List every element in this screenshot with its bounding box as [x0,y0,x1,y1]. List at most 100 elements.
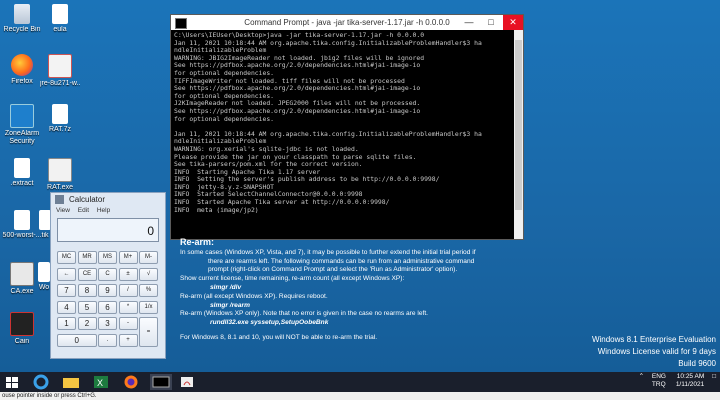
svg-text:X: X [97,378,103,388]
ie-icon [33,374,49,390]
calc-key[interactable]: % [139,284,158,297]
document-icon [14,210,30,230]
recycle-bin-icon [14,4,30,24]
calc-key[interactable]: 9 [98,284,117,297]
start-button[interactable] [4,374,22,390]
rearm-heading: Re-arm: [180,237,215,247]
desktop-icon-recycle-bin[interactable]: Recycle Bin [2,4,42,34]
calc-key[interactable]: 8 [77,284,97,297]
document-icon [52,4,68,24]
rearm-paragraph-1: In some cases (Windows XP, Vista, and 7)… [180,248,476,256]
command-slmgr-dlv: slmgr /dlv [210,283,242,291]
desktop-icon-rat-7z[interactable]: RAT.7z [40,104,80,134]
calc-key[interactable]: 7 [57,284,76,297]
desktop-icon-500-worst[interactable]: 500-worst-... [2,210,42,240]
calc-key[interactable]: - [118,317,138,330]
rearm-paragraph-4: Re-arm (Windows XP only). Note that no e… [180,310,428,318]
minimize-button[interactable]: — [459,15,479,30]
java-installer-icon [48,54,72,78]
firefox-icon [11,54,33,76]
java-icon [181,377,193,387]
calc-key[interactable]: M+ [118,251,138,264]
menu-edit[interactable]: Edit [78,207,89,214]
menu-help[interactable]: Help [97,207,110,214]
desktop-icon-jre[interactable]: jre-8u271-w... [40,54,80,88]
folder-icon [14,158,30,178]
command-slmgr-rearm: slmgr /rearm [210,301,250,309]
rearm-instructions: Re-arm: In some cases (Windows XP, Vista… [180,238,540,343]
watermark-license: Windows License valid for 9 days [597,347,716,356]
calc-key[interactable]: MR [77,251,97,264]
exe-icon [48,158,72,182]
desktop-icon-eula[interactable]: eula [40,4,80,34]
calc-key[interactable]: ← [57,267,76,281]
calc-key[interactable]: √ [139,267,158,281]
calc-key[interactable]: = [139,317,158,347]
command-rundll32: rundll32.exe syssetup,SetupOobeBnk [210,319,329,327]
calc-key[interactable]: MC [57,251,76,264]
calc-key[interactable]: + [118,333,138,347]
calc-key[interactable]: 1/x [139,300,158,314]
zonealarm-icon [10,104,34,128]
calculator-titlebar[interactable]: Calculator [51,193,165,206]
taskbar-cmd[interactable] [150,374,172,390]
rearm-paragraph-1c: prompt (right-click on Command Prompt an… [208,266,458,274]
taskbar-excel[interactable]: X [92,374,110,390]
calculator-window[interactable]: Calculator View Edit Help 0 MC MR MS M+ M- ← C… [50,192,166,359]
calc-key[interactable]: 4 [57,300,76,314]
calc-key[interactable]: . [98,333,117,347]
windows-watermark: Windows 8.1 Enterprise Evaluation Window… [592,334,716,370]
calculator-menu: View Edit Help [51,206,165,216]
calc-key[interactable]: C [98,267,117,281]
calc-key[interactable]: * [118,300,138,314]
close-button[interactable]: ✕ [503,15,523,30]
menu-view[interactable]: View [56,207,70,214]
cmd-titlebar[interactable]: Command Prompt - java -jar tika-server-1… [171,15,523,30]
calc-key[interactable]: CE [77,267,97,281]
calc-key[interactable]: 3 [98,317,117,330]
calc-key[interactable]: 2 [77,317,97,330]
rearm-paragraph-2: Show current license, time remaining, re… [180,275,405,283]
calc-key[interactable]: 5 [77,300,97,314]
desktop-icon-zonealarm[interactable]: ZoneAlarm Security [2,104,42,146]
desktop-icon-rat-exe[interactable]: RAT.exe [40,158,80,192]
watermark-build: Build 9600 [678,359,716,368]
taskbar-ie[interactable] [32,374,50,390]
taskbar-java[interactable] [178,374,196,390]
calc-key[interactable]: / [118,284,138,297]
taskbar: X ⌃ ENG TRQ 10:25 AM 1/11/2021 □ [0,372,720,392]
calculator-display: 0 [57,218,159,242]
rearm-paragraph-5: For Windows 8, 8.1 and 10, you will NOT … [180,333,378,341]
vm-status-bar: ouse pointer inside or press Ctrl+G. [0,392,720,400]
excel-icon: X [94,376,108,388]
desktop-icon-extract[interactable]: .extract [2,158,42,188]
document-icon [38,262,50,282]
maximize-button[interactable]: □ [481,15,501,30]
notification-icon[interactable]: □ [712,373,716,381]
desktop-icon-cain[interactable]: Cain [2,312,42,346]
start-icon [6,377,18,388]
file-explorer-icon [63,378,79,388]
system-tray: ⌃ ENG TRQ 10:25 AM 1/11/2021 □ [639,373,716,389]
taskbar-file-explorer[interactable] [62,374,80,390]
firefox-icon [124,375,138,389]
console-line: for optional dependencies. [174,114,275,123]
command-prompt-window[interactable]: Command Prompt - java -jar tika-server-1… [170,14,524,240]
calc-key[interactable]: 6 [98,300,117,314]
calc-key[interactable]: MS [98,251,117,264]
console-output[interactable]: C:\Users\IEUser\Desktop>java -jar tika-s… [174,32,513,237]
exe-icon [10,262,34,286]
calc-key[interactable]: 0 [57,333,97,347]
taskbar-firefox[interactable] [122,374,140,390]
desktop-icon-firefox[interactable]: Firefox [2,54,42,86]
calc-key[interactable]: 1 [57,317,76,330]
cmd-icon [152,376,170,388]
tray-chevron-icon[interactable]: ⌃ [639,373,644,381]
calc-key[interactable]: M- [139,251,158,264]
clock[interactable]: 10:25 AM 1/11/2021 [676,373,704,389]
scrollbar-thumb[interactable] [515,40,522,210]
calc-key[interactable]: ± [118,267,138,281]
input-language[interactable]: ENG TRQ [652,373,666,389]
cain-icon [10,312,34,336]
cmd-scrollbar[interactable] [514,30,523,239]
